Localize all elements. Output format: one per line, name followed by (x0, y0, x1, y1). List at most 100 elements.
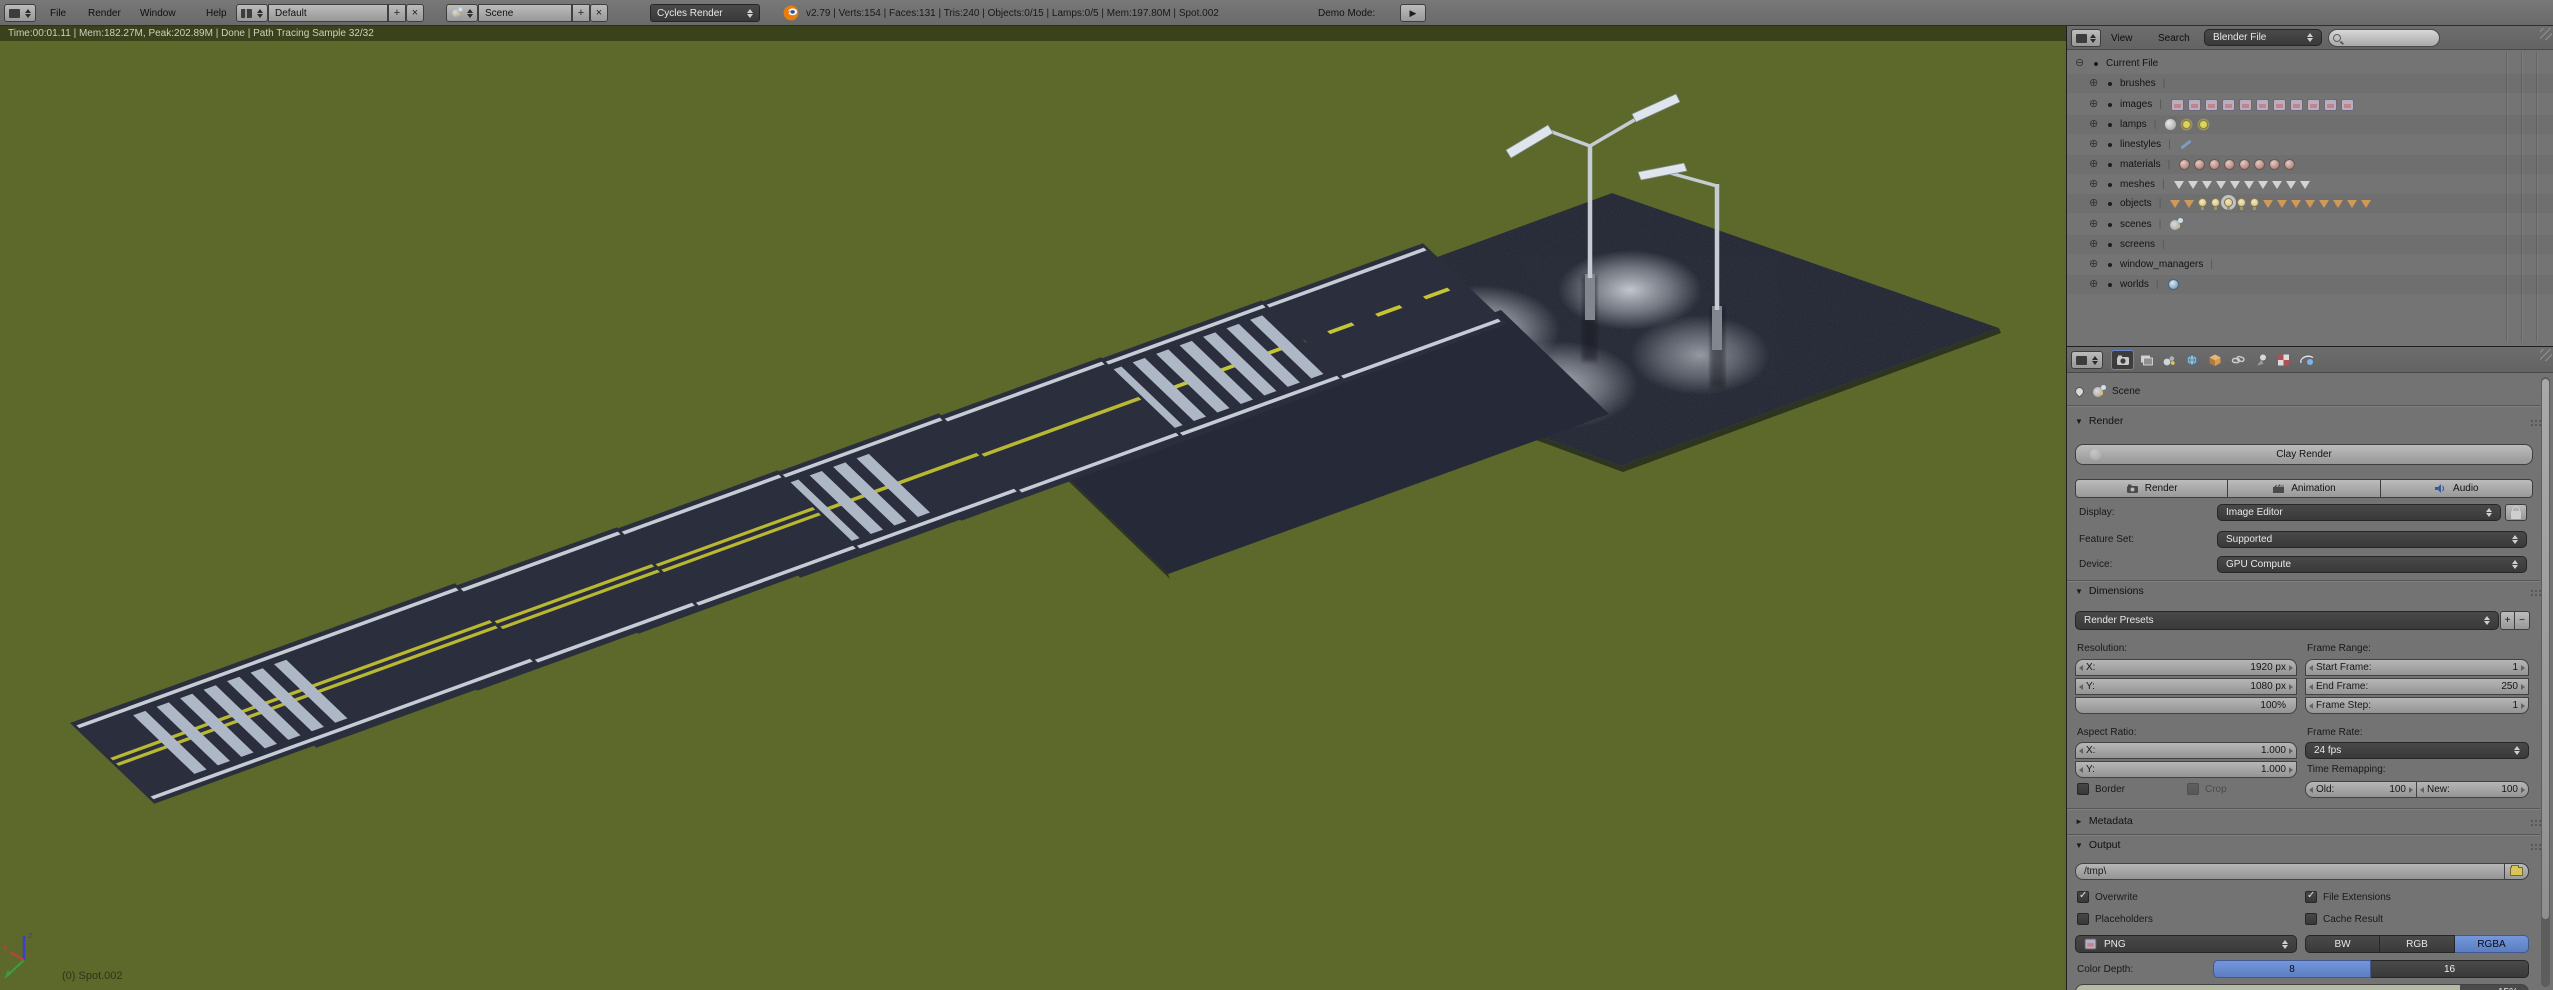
cache-result-checkbox[interactable] (2305, 913, 2317, 925)
spot-lamp-icon[interactable] (2165, 119, 2177, 130)
outliner-row-brushes[interactable]: brushes | (2067, 74, 2553, 93)
expand-icon[interactable] (2089, 78, 2100, 89)
object-mesh-icon[interactable] (2291, 199, 2302, 208)
lamp-object-icon[interactable] (2237, 197, 2247, 210)
object-mesh-icon[interactable] (2319, 199, 2330, 208)
outliner-row-window-managers[interactable]: window_managers | (2067, 255, 2553, 274)
scrollbar-thumb[interactable] (2542, 379, 2549, 919)
image-icon[interactable] (2289, 98, 2303, 111)
placeholders-checkbox[interactable] (2077, 913, 2089, 925)
mesh-icon[interactable] (2173, 180, 2184, 189)
pin-icon[interactable] (2073, 385, 2086, 398)
mesh-icon[interactable] (2285, 180, 2296, 189)
active-lamp-object-icon[interactable] (2224, 197, 2234, 210)
tab-physics[interactable] (2295, 350, 2318, 370)
image-icon[interactable] (2238, 98, 2252, 111)
image-icon[interactable] (2255, 98, 2269, 111)
aspect-y-field[interactable]: Y: 1.000 (2075, 761, 2297, 778)
border-checkbox-row[interactable]: Border (2077, 783, 2125, 795)
panel-header-metadata[interactable]: ► Metadata (2075, 815, 2534, 827)
expand-icon[interactable] (2089, 198, 2100, 209)
mesh-icon[interactable] (2201, 180, 2212, 189)
file-extensions-checkbox-row[interactable]: File Extensions (2305, 890, 2391, 903)
collapse-icon[interactable] (2075, 58, 2086, 69)
screen-layout-browser[interactable] (236, 4, 268, 22)
expand-icon[interactable] (2089, 279, 2100, 290)
render-presets-dropdown[interactable]: Render Presets (2075, 611, 2499, 630)
expand-icon[interactable] (2089, 219, 2100, 230)
cache-result-checkbox-row[interactable]: Cache Result (2305, 913, 2383, 925)
expand-icon[interactable] (2089, 139, 2100, 150)
delete-scene-button[interactable]: × (590, 4, 608, 22)
object-mesh-icon[interactable] (2347, 199, 2358, 208)
object-mesh-icon[interactable] (2305, 199, 2316, 208)
outliner-row-lamps[interactable]: lamps | (2067, 115, 2553, 134)
image-icon[interactable] (2306, 98, 2320, 111)
render-engine-dropdown[interactable]: Cycles Render (650, 4, 760, 22)
image-icon[interactable] (2187, 98, 2201, 111)
outliner-row-current-file[interactable]: Current File (2067, 54, 2553, 73)
image-icon[interactable] (2272, 98, 2286, 111)
audio-button[interactable]: Audio (2380, 479, 2533, 498)
file-extensions-checkbox[interactable] (2305, 890, 2317, 903)
object-mesh-icon[interactable] (2333, 199, 2344, 208)
object-mesh-icon[interactable] (2184, 199, 2195, 208)
material-icon[interactable] (2179, 159, 2191, 170)
output-path-field[interactable]: /tmp\ (2075, 863, 2505, 880)
resolution-x-field[interactable]: X: 1920 px (2075, 659, 2297, 676)
material-icon[interactable] (2209, 159, 2221, 170)
tab-world[interactable] (2180, 350, 2203, 370)
editor-type-selector[interactable] (2071, 351, 2103, 369)
tab-object[interactable] (2203, 350, 2226, 370)
expand-icon[interactable] (2089, 99, 2100, 110)
properties-scrollbar[interactable] (2541, 377, 2550, 987)
expand-icon[interactable] (2089, 179, 2100, 190)
color-depth-16[interactable]: 16 (2371, 960, 2529, 978)
panel-header-render[interactable]: ▼ Render (2075, 415, 2534, 427)
expand-icon[interactable] (2089, 239, 2100, 250)
lamp-object-icon[interactable] (2250, 197, 2260, 210)
tab-lamp-data[interactable] (2249, 350, 2272, 370)
outliner-row-images[interactable]: images | (2067, 95, 2553, 114)
tab-scene[interactable] (2157, 350, 2180, 370)
frame-rate-dropdown[interactable]: 24 fps (2305, 742, 2529, 759)
mesh-icon[interactable] (2229, 180, 2240, 189)
border-checkbox[interactable] (2077, 783, 2089, 795)
clay-render-button[interactable]: Clay Render (2075, 444, 2533, 465)
color-mode-rgb[interactable]: RGB (2380, 935, 2455, 953)
scene-name[interactable]: Scene (478, 4, 572, 22)
lock-interface-button[interactable] (2505, 504, 2527, 521)
editor-type-selector[interactable] (4, 4, 36, 22)
panel-header-dimensions[interactable]: ▼ Dimensions (2075, 585, 2534, 597)
compression-slider[interactable]: 15% (2075, 984, 2529, 990)
outliner-row-materials[interactable]: materials | (2067, 155, 2553, 174)
mesh-icon[interactable] (2299, 180, 2310, 189)
object-mesh-icon[interactable] (2277, 199, 2288, 208)
menu-render[interactable]: Render (82, 0, 127, 26)
menu-window[interactable]: Window (134, 0, 182, 26)
3d-viewport[interactable]: Time:00:01.11 | Mem:182.27M, Peak:202.89… (0, 26, 2066, 990)
expand-icon[interactable] (2089, 259, 2100, 270)
outliner-row-worlds[interactable]: worlds | (2067, 275, 2553, 294)
device-dropdown[interactable]: GPU Compute (2217, 556, 2527, 573)
material-icon[interactable] (2269, 159, 2281, 170)
object-mesh-icon[interactable] (2263, 199, 2274, 208)
outliner-row-linestyles[interactable]: linestyles | (2067, 135, 2553, 154)
material-icon[interactable] (2239, 159, 2251, 170)
add-scene-button[interactable]: + (572, 4, 590, 22)
start-frame-field[interactable]: Start Frame: 1 (2305, 659, 2529, 676)
overwrite-checkbox[interactable] (2077, 890, 2089, 903)
material-icon[interactable] (2254, 159, 2266, 170)
remove-preset-button[interactable]: − (2515, 611, 2530, 630)
image-icon[interactable] (2221, 98, 2235, 111)
end-frame-field[interactable]: End Frame: 250 (2305, 678, 2529, 695)
linestyle-icon[interactable] (2180, 139, 2192, 150)
menu-help[interactable]: Help (200, 0, 233, 26)
tab-render[interactable] (2111, 350, 2134, 370)
render-button[interactable]: Render (2075, 479, 2229, 498)
image-icon[interactable] (2170, 98, 2184, 111)
world-icon[interactable] (2167, 279, 2179, 290)
panel-header-output[interactable]: ▼ Output (2075, 839, 2534, 851)
region-corner-grip[interactable] (2540, 349, 2552, 361)
scene-browser[interactable] (446, 4, 478, 22)
